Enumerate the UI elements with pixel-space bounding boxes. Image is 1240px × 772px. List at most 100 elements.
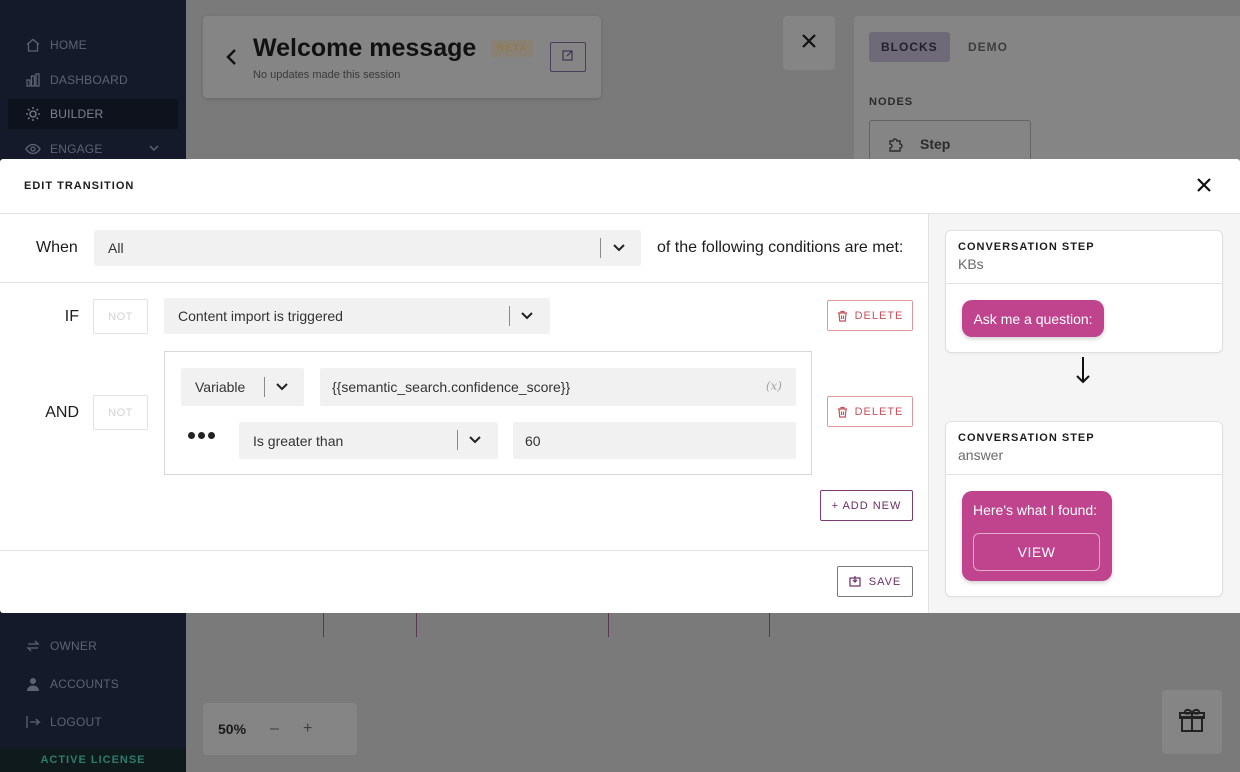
tab-demo[interactable]: DEMO <box>956 32 1020 62</box>
delete-label: DELETE <box>854 309 904 322</box>
sidebar-item-accounts[interactable]: ACCOUNTS <box>8 669 178 699</box>
close-icon <box>1196 177 1212 198</box>
sidebar-item-label: HOME <box>50 38 87 52</box>
puzzle-icon <box>886 134 906 154</box>
chevron-down-icon <box>148 142 160 157</box>
select-divider <box>509 306 510 326</box>
conversation-step-card[interactable]: CONVERSATION STEP answer Here's what I f… <box>945 421 1223 597</box>
chevron-down-icon <box>517 306 537 326</box>
select-divider <box>457 430 458 450</box>
home-icon <box>24 36 42 54</box>
message-bubble: Here's what I found: VIEW <box>962 491 1112 581</box>
edit-transition-modal: EDIT TRANSITION When All of the followin… <box>0 159 1240 613</box>
sidebar-item-home[interactable]: HOME <box>8 30 178 60</box>
select-divider <box>264 377 265 397</box>
bar-chart-icon <box>24 71 42 89</box>
variable-input-value: {{semantic_search.confidence_score}} <box>332 379 571 395</box>
sidebar-item-label: ENGAGE <box>50 142 103 156</box>
when-select-value: All <box>108 240 124 256</box>
trash-icon <box>837 406 847 418</box>
transfer-icon <box>24 637 42 655</box>
modal-header: EDIT TRANSITION <box>0 159 1240 214</box>
zoom-level: 50% <box>218 721 247 737</box>
sidebar-item-dashboard[interactable]: DASHBOARD <box>8 65 178 95</box>
flow-connector <box>769 613 770 637</box>
edit-icon <box>562 48 574 66</box>
when-select[interactable]: All <box>94 230 641 266</box>
message-bubble: Ask me a question: <box>962 300 1104 337</box>
beta-badge: BETA <box>491 40 534 57</box>
arrow-down-icon <box>1075 356 1091 389</box>
condition-type-select[interactable]: Variable <box>181 368 304 406</box>
step-node-label: Step <box>920 136 951 152</box>
zoom-control: 50% – + <box>203 703 357 755</box>
condition-type-value: Variable <box>195 379 246 395</box>
conversation-step-card[interactable]: CONVERSATION STEP KBs Ask me a question: <box>945 230 1223 353</box>
flow-connector <box>323 613 324 637</box>
more-options-icon[interactable] <box>188 432 215 439</box>
logout-icon <box>24 713 42 731</box>
chevron-down-icon <box>272 377 292 397</box>
close-icon <box>800 32 818 55</box>
message-bubble-text: Here's what I found: <box>973 502 1098 518</box>
trash-icon <box>837 310 847 322</box>
edit-title-button[interactable] <box>550 42 586 72</box>
conditions-pane: When All of the following conditions are… <box>0 214 929 613</box>
trigger-select[interactable]: Content import is triggered <box>164 298 550 334</box>
page-subtitle: No updates made this session <box>253 69 401 81</box>
gift-icon <box>1178 706 1206 739</box>
condition-group: Variable {{semantic_search.confidence_sc… <box>164 351 812 475</box>
save-label: SAVE <box>868 575 902 588</box>
gift-button[interactable] <box>1162 690 1222 754</box>
step-kicker: CONVERSATION STEP <box>958 432 1095 444</box>
eye-icon <box>24 140 42 158</box>
operator-select[interactable]: Is greater than <box>239 422 498 459</box>
not-toggle-and[interactable]: NOT <box>93 395 148 430</box>
step-name: KBs <box>958 256 984 272</box>
sidebar-item-builder[interactable]: BUILDER <box>8 99 178 129</box>
chevron-down-icon <box>465 430 485 450</box>
not-toggle-if[interactable]: NOT <box>93 299 148 334</box>
divider <box>0 550 928 551</box>
variable-insert-icon[interactable]: (x) <box>766 379 782 393</box>
zoom-out-button[interactable]: – <box>270 720 279 738</box>
user-icon <box>24 675 42 693</box>
view-button[interactable]: VIEW <box>973 533 1100 571</box>
delete-condition-button[interactable]: DELETE <box>827 300 913 331</box>
builder-icon <box>24 105 42 123</box>
if-label: IF <box>64 308 79 325</box>
modal-title: EDIT TRANSITION <box>24 180 135 192</box>
variable-input[interactable]: {{semantic_search.confidence_score}} (x) <box>320 368 796 406</box>
flow-connector <box>416 613 417 637</box>
page-title: Welcome message <box>253 34 477 62</box>
sidebar-item-owner[interactable]: OWNER <box>8 631 178 661</box>
trigger-select-value: Content import is triggered <box>178 308 343 324</box>
tab-blocks[interactable]: BLOCKS <box>869 32 950 62</box>
back-arrow-icon[interactable] <box>225 48 239 71</box>
sidebar-item-logout[interactable]: LOGOUT <box>8 707 178 737</box>
save-button[interactable]: SAVE <box>837 566 913 597</box>
flow-connector <box>608 613 609 637</box>
comparison-value-input[interactable]: 60 <box>513 422 796 459</box>
step-header: CONVERSATION STEP KBs <box>946 231 1222 284</box>
sidebar-item-label: BUILDER <box>50 107 104 121</box>
chevron-down-icon <box>609 238 629 258</box>
zoom-in-button[interactable]: + <box>303 720 312 738</box>
when-suffix: of the following conditions are met: <box>657 239 904 256</box>
when-row: When All of the following conditions are… <box>0 214 928 283</box>
delete-condition-button[interactable]: DELETE <box>827 396 913 427</box>
nodes-heading: NODES <box>869 96 914 108</box>
and-label: AND <box>45 404 79 421</box>
close-builder-button[interactable] <box>783 16 835 70</box>
select-divider <box>600 238 601 258</box>
when-label: When <box>36 239 78 256</box>
sidebar-item-label: DASHBOARD <box>50 73 128 87</box>
save-icon <box>849 576 861 587</box>
comparison-value: 60 <box>525 432 541 449</box>
sidebar-item-label: OWNER <box>50 639 97 653</box>
delete-label: DELETE <box>854 405 904 418</box>
add-condition-button[interactable]: + ADD NEW <box>820 490 913 521</box>
modal-close-button[interactable] <box>1190 173 1218 201</box>
step-name: answer <box>958 447 1004 463</box>
sidebar-item-label: LOGOUT <box>50 715 102 729</box>
